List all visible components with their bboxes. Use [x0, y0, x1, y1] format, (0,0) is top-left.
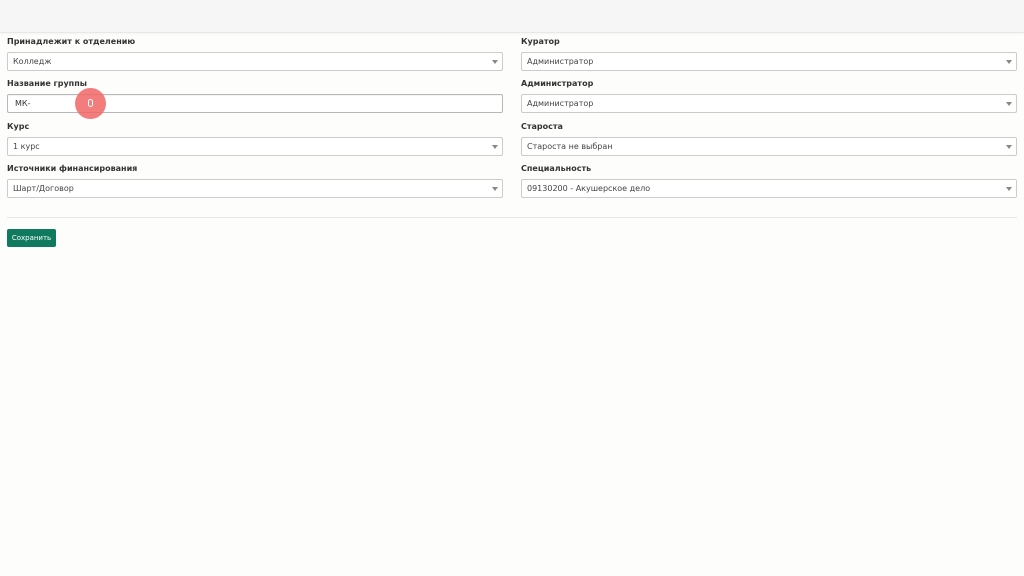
top-bar [0, 0, 1024, 33]
administrator-value: Администратор [527, 99, 594, 108]
curator-select[interactable]: Администратор [521, 52, 1017, 71]
curator-field: Куратор Администратор [521, 36, 1017, 71]
chevron-down-icon [1006, 145, 1012, 149]
specialty-label: Специальность [521, 164, 592, 173]
headman-field: Староста Староста не выбран [521, 121, 1017, 156]
chevron-down-icon [1006, 60, 1012, 64]
department-label: Принадлежит к отделению [7, 37, 136, 46]
click-indicator [75, 88, 106, 119]
course-value: 1 курс [13, 142, 40, 151]
chevron-down-icon [492, 60, 498, 64]
administrator-select[interactable]: Администратор [521, 94, 1017, 113]
specialty-field: Специальность 09130200 - Акушерское дело [521, 163, 1017, 198]
funding-value: Шарт/Договор [13, 184, 74, 193]
chevron-down-icon [1006, 102, 1012, 106]
department-value: Колледж [13, 57, 52, 66]
group-name-label: Название группы [7, 79, 87, 88]
funding-label: Источники финансирования [7, 164, 138, 173]
administrator-label: Администратор [521, 79, 594, 88]
course-select[interactable]: 1 курс [7, 137, 503, 156]
specialty-value: 09130200 - Акушерское дело [527, 184, 651, 193]
course-field: Курс 1 курс [7, 121, 503, 156]
administrator-field: Администратор Администратор [521, 78, 1017, 113]
funding-select[interactable]: Шарт/Договор [7, 179, 503, 198]
headman-label: Староста [521, 122, 563, 131]
form-divider [7, 217, 1017, 218]
headman-value: Староста не выбран [527, 142, 613, 151]
funding-field: Источники финансирования Шарт/Договор [7, 163, 503, 198]
headman-select[interactable]: Староста не выбран [521, 137, 1017, 156]
chevron-down-icon [1006, 187, 1012, 191]
save-button[interactable]: Сохранить [7, 229, 56, 247]
department-select[interactable]: Колледж [7, 52, 503, 71]
curator-value: Администратор [527, 57, 594, 66]
chevron-down-icon [492, 145, 498, 149]
chevron-down-icon [492, 187, 498, 191]
specialty-select[interactable]: 09130200 - Акушерское дело [521, 179, 1017, 198]
mouse-icon [88, 99, 93, 107]
department-field: Принадлежит к отделению Колледж [7, 36, 503, 71]
course-label: Курс [7, 122, 30, 131]
curator-label: Куратор [521, 37, 560, 46]
